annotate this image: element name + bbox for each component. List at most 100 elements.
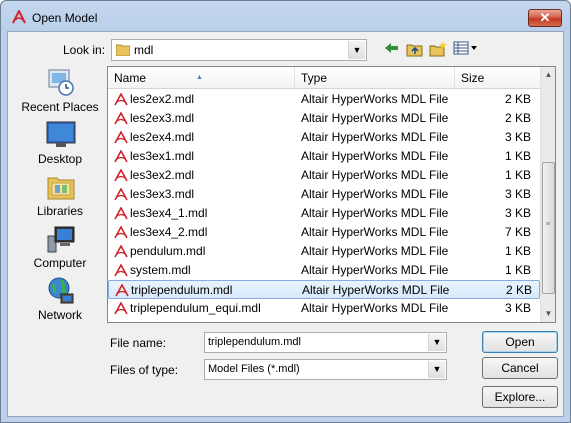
mdl-file-icon (114, 302, 128, 315)
place-libraries[interactable]: Libraries (14, 172, 106, 222)
files-of-type-value: Model Files (*.mdl) (208, 363, 300, 375)
file-name-cell: les2ex4.mdl (130, 130, 195, 144)
grip-icon: ≡ (546, 221, 551, 228)
chevron-down-icon[interactable]: ▼ (428, 334, 445, 351)
sort-ascending-icon: ▲ (196, 74, 203, 81)
scroll-up-icon[interactable]: ▲ (541, 67, 556, 83)
look-in-value: mdl (134, 43, 154, 57)
look-in-combo[interactable]: mdl ▼ (111, 39, 367, 61)
place-computer[interactable]: Computer (14, 224, 106, 274)
mdl-file-icon (114, 169, 128, 182)
file-size-cell: 1 KB (504, 244, 531, 258)
open-model-dialog: Open Model ✕ Look in: mdl ▼ Recent Place… (0, 0, 571, 423)
mdl-file-icon (114, 112, 128, 125)
mdl-file-icon (114, 207, 128, 220)
file-type-cell: Altair HyperWorks MDL File (301, 92, 449, 106)
file-size-cell: 2 KB (505, 283, 532, 297)
column-header-name[interactable]: Name ▲ (108, 67, 295, 89)
view-menu-icon[interactable] (452, 41, 478, 59)
file-size-cell: 3 KB (504, 130, 531, 144)
vertical-scrollbar[interactable]: ▲ ≡ ▼ (540, 67, 555, 322)
file-row[interactable]: les3ex1.mdl Altair HyperWorks MDL File 1 K… (108, 147, 540, 166)
chevron-down-icon[interactable]: ▼ (348, 41, 365, 59)
cancel-button[interactable]: Cancel (482, 357, 558, 379)
file-type-cell: Altair HyperWorks MDL File (302, 283, 450, 297)
file-name-cell: system.mdl (130, 263, 191, 277)
computer-icon (47, 226, 75, 253)
title-bar[interactable]: Open Model ✕ (1, 1, 570, 31)
mdl-file-icon (114, 150, 128, 163)
file-type-cell: Altair HyperWorks MDL File (301, 187, 449, 201)
file-row[interactable]: les2ex4.mdl Altair HyperWorks MDL File 3 K… (108, 128, 540, 147)
file-type-cell: Altair HyperWorks MDL File (301, 149, 449, 163)
back-arrow-icon[interactable] (381, 41, 403, 59)
place-label: Libraries (36, 204, 84, 218)
altair-app-icon (12, 10, 26, 24)
file-row[interactable]: les2ex2.mdl Altair HyperWorks MDL File 2 K… (108, 90, 540, 109)
mdl-file-icon (115, 284, 129, 297)
place-desktop[interactable]: Desktop (14, 120, 106, 170)
file-row[interactable]: pendulum.mdl Altair HyperWorks MDL File 1 … (108, 242, 540, 261)
file-type-cell: Altair HyperWorks MDL File (301, 168, 449, 182)
network-icon (48, 277, 74, 304)
file-size-cell: 1 KB (504, 263, 531, 277)
file-name-cell: les3ex4_1.mdl (130, 206, 208, 220)
chevron-down-icon[interactable]: ▼ (428, 361, 445, 378)
file-name-cell: les2ex3.mdl (130, 111, 195, 125)
scroll-thumb[interactable]: ≡ (542, 162, 555, 294)
file-name-cell: triplependulum_equi.mdl (130, 301, 261, 315)
file-type-cell: Altair HyperWorks MDL File (301, 263, 449, 277)
column-header-type[interactable]: Type (295, 67, 455, 89)
place-recent-places[interactable]: Recent Places (14, 68, 106, 118)
open-button[interactable]: Open (482, 331, 558, 353)
file-rows: les2ex2.mdl Altair HyperWorks MDL File 2 K… (108, 90, 540, 318)
file-row[interactable]: system.mdl Altair HyperWorks MDL File 1 KB (108, 261, 540, 280)
file-type-cell: Altair HyperWorks MDL File (301, 301, 449, 315)
libraries-icon (47, 177, 75, 200)
file-type-cell: Altair HyperWorks MDL File (301, 206, 449, 220)
scroll-down-icon[interactable]: ▼ (541, 306, 556, 322)
file-size-cell: 1 KB (504, 149, 531, 163)
desktop-icon (46, 121, 76, 147)
mdl-file-icon (114, 226, 128, 239)
folder-icon (116, 44, 130, 56)
file-type-cell: Altair HyperWorks MDL File (301, 244, 449, 258)
file-row[interactable]: les3ex3.mdl Altair HyperWorks MDL File 3 K… (108, 185, 540, 204)
files-of-type-label: Files of type: (110, 363, 179, 377)
file-name-label: File name: (110, 336, 167, 350)
file-name-cell: les3ex1.mdl (130, 149, 195, 163)
files-of-type-combo[interactable]: Model Files (*.mdl) ▼ (204, 359, 447, 380)
file-name-cell: triplependulum.mdl (131, 283, 233, 297)
file-name-value: triplependulum.mdl (208, 336, 301, 348)
up-folder-icon[interactable] (404, 41, 426, 59)
mdl-file-icon (114, 245, 128, 258)
file-row[interactable]: triplependulum_equi.mdl Altair HyperWorks… (108, 299, 540, 318)
place-network[interactable]: Network (14, 276, 106, 326)
file-row[interactable]: les3ex2.mdl Altair HyperWorks MDL File 1 K… (108, 166, 540, 185)
file-row[interactable]: triplependulum.mdl Altair HyperWorks MDL … (108, 280, 540, 299)
place-label: Desktop (37, 152, 83, 166)
file-size-cell: 3 KB (504, 187, 531, 201)
file-type-cell: Altair HyperWorks MDL File (301, 111, 449, 125)
window-title: Open Model (32, 11, 98, 25)
column-header-size[interactable]: Size (455, 67, 540, 89)
mdl-file-icon (114, 131, 128, 144)
file-name-cell: les3ex4_2.mdl (130, 225, 208, 239)
look-in-label: Look in: (63, 43, 106, 57)
file-name-cell: les2ex2.mdl (130, 92, 195, 106)
dialog-body: Look in: mdl ▼ Recent Places Desktop Lib… (7, 31, 564, 417)
file-row[interactable]: les3ex4_2.mdl Altair HyperWorks MDL File 7… (108, 223, 540, 242)
file-list[interactable]: Name ▲ Type Size les2ex2.mdl Altair Hyper… (107, 66, 556, 323)
places-bar: Recent Places Desktop Libraries Computer… (14, 68, 106, 323)
close-button[interactable]: ✕ (528, 9, 562, 27)
file-size-cell: 3 KB (504, 206, 531, 220)
file-type-cell: Altair HyperWorks MDL File (301, 130, 449, 144)
mdl-file-icon (114, 93, 128, 106)
file-row[interactable]: les3ex4_1.mdl Altair HyperWorks MDL File 3… (108, 204, 540, 223)
new-folder-icon[interactable] (427, 41, 449, 59)
file-name-combo[interactable]: triplependulum.mdl ▼ (204, 332, 447, 353)
file-row[interactable]: les2ex3.mdl Altair HyperWorks MDL File 2 K… (108, 109, 540, 128)
place-label: Recent Places (21, 100, 99, 114)
file-type-cell: Altair HyperWorks MDL File (301, 225, 449, 239)
explore-button[interactable]: Explore... (482, 386, 558, 408)
